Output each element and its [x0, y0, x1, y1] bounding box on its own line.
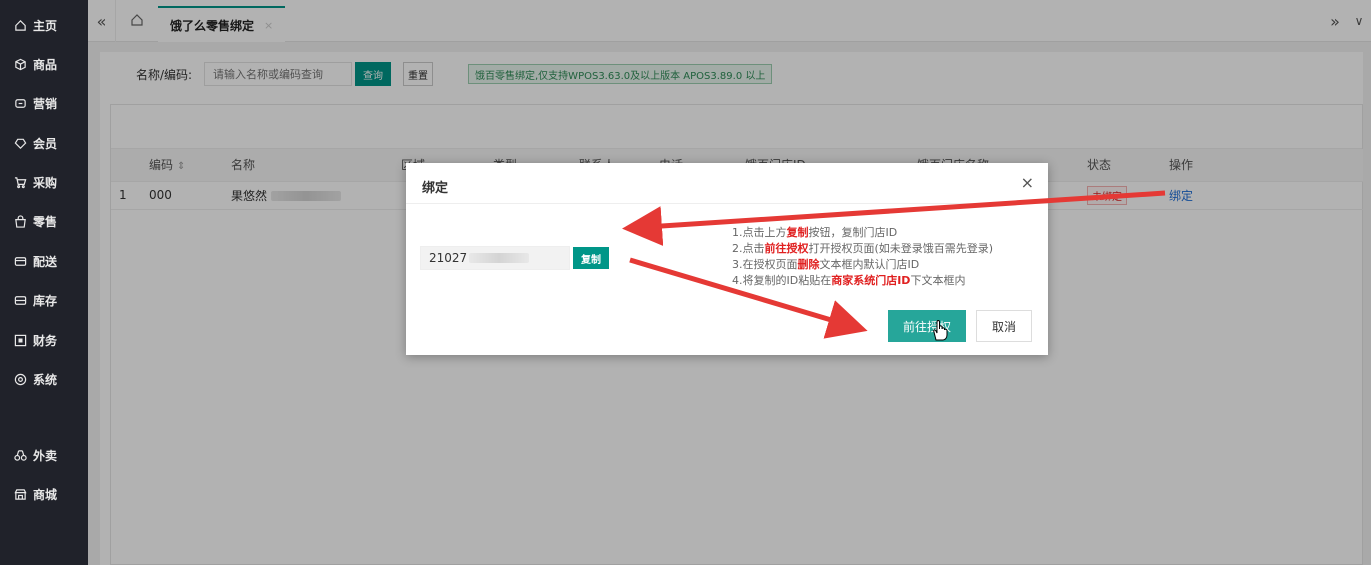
sidebar-item-label: 配送	[33, 254, 58, 269]
dialog-title: 绑定	[422, 181, 449, 196]
close-icon[interactable]: ×	[1021, 173, 1034, 192]
go-authorize-button[interactable]: 前往授权	[888, 310, 966, 342]
sidebar-item-label: 财务	[33, 333, 58, 348]
sidebar-item-system[interactable]: 系统	[0, 364, 88, 394]
cart-icon	[14, 176, 27, 189]
step-4: 4.将复制的ID粘贴在商家系统门店ID下文本框内	[732, 274, 966, 287]
store-icon	[14, 488, 27, 501]
sidebar-item-finance[interactable]: 财务	[0, 325, 88, 355]
finance-icon	[14, 334, 27, 347]
instruction-steps: 1.点击上方复制按钮，复制门店ID 2.点击前往授权打开授权页面(如未登录饿百需…	[732, 225, 993, 289]
sidebar-item-label: 采购	[33, 175, 58, 190]
sidebar-item-label: 商品	[33, 57, 58, 72]
takeout-icon	[14, 449, 27, 462]
sidebar-item-delivery[interactable]: 配送	[0, 246, 88, 276]
stock-icon	[14, 294, 27, 307]
sidebar-item-retail[interactable]: 零售	[0, 206, 88, 236]
store-id-field[interactable]: 21027	[420, 246, 570, 270]
sidebar-item-label: 会员	[33, 136, 58, 151]
sidebar-item-mall[interactable]: 商城	[0, 479, 88, 509]
truck-icon	[14, 255, 27, 268]
redacted-text	[469, 253, 530, 263]
sidebar-item-label: 库存	[33, 293, 58, 308]
sidebar-item-products[interactable]: 商品	[0, 49, 88, 79]
bag-icon	[14, 214, 27, 228]
bind-dialog: 绑定 × 21027 复制 1.点击上方复制按钮，复制门店ID 2.点击前往授权…	[406, 163, 1048, 355]
sidebar-item-label: 系统	[33, 372, 58, 387]
sidebar-item-purchase[interactable]: 采购	[0, 167, 88, 197]
sidebar-item-label: 零售	[33, 214, 58, 229]
sidebar-item-marketing[interactable]: 营销	[0, 88, 88, 118]
member-icon	[14, 137, 27, 150]
step-3: 3.在授权页面删除文本框内默认门店ID	[732, 258, 920, 271]
tag-icon	[14, 97, 27, 110]
sidebar-item-takeout[interactable]: 外卖	[0, 440, 88, 470]
sidebar: 主页 商品 营销 会员 采购 零售 配送 库存 财务 系统 外卖 商城	[0, 0, 88, 565]
sidebar-item-label: 主页	[33, 18, 58, 33]
copy-button[interactable]: 复制	[573, 247, 609, 269]
dialog-header: 绑定 ×	[406, 163, 1048, 204]
sidebar-item-label: 营销	[33, 96, 58, 111]
sidebar-item-label: 商城	[33, 487, 58, 502]
sidebar-item-members[interactable]: 会员	[0, 128, 88, 158]
store-id-value: 21027	[429, 251, 468, 265]
home-icon	[14, 19, 27, 32]
sidebar-item-label: 外卖	[33, 448, 58, 463]
step-2: 2.点击前往授权打开授权页面(如未登录饿百需先登录)	[732, 242, 994, 255]
hand-cursor-icon	[933, 320, 948, 341]
sidebar-item-inventory[interactable]: 库存	[0, 285, 88, 315]
box-icon	[14, 58, 27, 71]
step-1: 1.点击上方复制按钮，复制门店ID	[732, 226, 898, 239]
sidebar-item-home[interactable]: 主页	[0, 10, 88, 40]
settings-icon	[14, 373, 27, 386]
cancel-button[interactable]: 取消	[976, 310, 1032, 342]
